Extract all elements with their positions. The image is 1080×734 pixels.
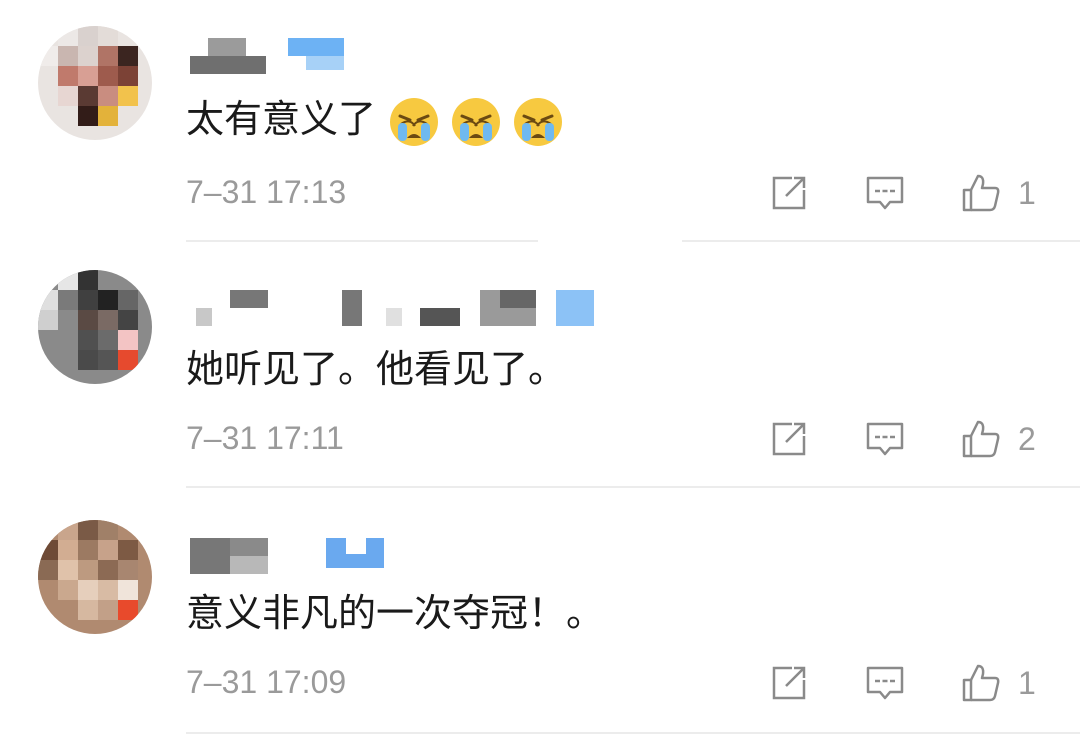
comment-text: 太有意义了: [186, 94, 574, 148]
comment-text: 意义非凡的一次夺冠！。: [186, 591, 605, 635]
avatar[interactable]: [38, 26, 152, 140]
comment-actions: 2: [768, 416, 1042, 462]
verified-badge: [288, 38, 344, 56]
like-count: 1: [1018, 664, 1036, 701]
share-icon[interactable]: [768, 172, 810, 214]
comment-icon[interactable]: [864, 172, 906, 214]
emoji-group: [388, 95, 574, 149]
like-count: 2: [1018, 420, 1036, 457]
share-icon[interactable]: [768, 662, 810, 704]
loudly-crying-face-icon: [452, 98, 501, 147]
like-count: 1: [1018, 174, 1036, 211]
divider: [186, 240, 538, 242]
share-icon[interactable]: [768, 418, 810, 460]
loudly-crying-face-icon: [514, 98, 563, 147]
comment-text: 她听见了。他看见了。: [186, 347, 567, 391]
timestamp: 7–31 17:13: [186, 174, 347, 210]
thumbs-up-icon[interactable]: [960, 418, 1002, 460]
thumbs-up-icon[interactable]: [960, 662, 1002, 704]
verified-badge: [556, 290, 594, 326]
divider: [186, 486, 1080, 488]
timestamp: 7–31 17:11: [186, 420, 344, 456]
comment-icon[interactable]: [864, 662, 906, 704]
comment-icon[interactable]: [864, 418, 906, 460]
comment-actions: 1: [768, 660, 1042, 706]
avatar[interactable]: [38, 520, 152, 634]
divider: [682, 240, 1080, 242]
comment-actions: 1: [768, 170, 1042, 216]
timestamp: 7–31 17:09: [186, 664, 347, 700]
avatar[interactable]: [38, 270, 152, 384]
loudly-crying-face-icon: [390, 98, 439, 147]
thumbs-up-icon[interactable]: [960, 172, 1002, 214]
